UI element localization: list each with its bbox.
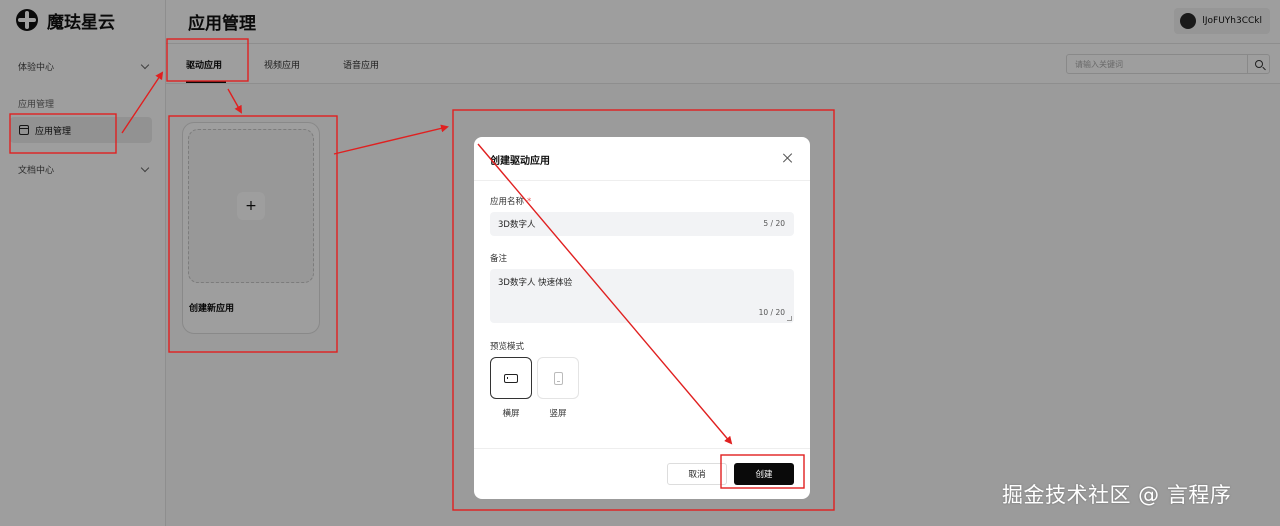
cancel-button[interactable]: 取消 <box>667 463 727 485</box>
note-label: 备注 <box>490 254 508 264</box>
divider <box>474 180 810 181</box>
portrait-screen-icon <box>553 371 563 385</box>
resize-handle[interactable] <box>787 316 792 321</box>
note-value: 3D数字人 快速体验 <box>498 278 573 288</box>
app-name-label-text: 应用名称 <box>490 197 525 207</box>
create-driver-app-dialog: 创建驱动应用 应用名称 * 3D数字人 5 / 20 备注 3D数字人 快速体验 … <box>474 137 810 499</box>
required-mark: * <box>527 197 532 207</box>
note-textarea[interactable]: 3D数字人 快速体验 10 / 20 <box>490 269 794 323</box>
app-name-counter: 5 / 20 <box>763 219 785 228</box>
create-button[interactable]: 创建 <box>734 463 794 485</box>
watermark: 掘金技术社区 @ 言程序 <box>1002 483 1232 507</box>
app-name-label: 应用名称 * <box>490 195 531 207</box>
note-counter: 10 / 20 <box>758 308 785 317</box>
portrait-mode-label: 竖屏 <box>549 409 567 419</box>
landscape-mode-label: 横屏 <box>502 409 520 419</box>
preview-mode-landscape[interactable] <box>490 357 532 399</box>
app-name-input[interactable]: 3D数字人 5 / 20 <box>490 212 794 236</box>
preview-mode-label: 预览模式 <box>490 342 525 352</box>
landscape-screen-icon <box>504 373 518 383</box>
preview-mode-portrait[interactable] <box>537 357 579 399</box>
app-name-value: 3D数字人 <box>498 220 536 230</box>
close-icon[interactable] <box>782 152 794 164</box>
footer-divider <box>474 448 810 449</box>
dialog-title: 创建驱动应用 <box>490 156 550 167</box>
